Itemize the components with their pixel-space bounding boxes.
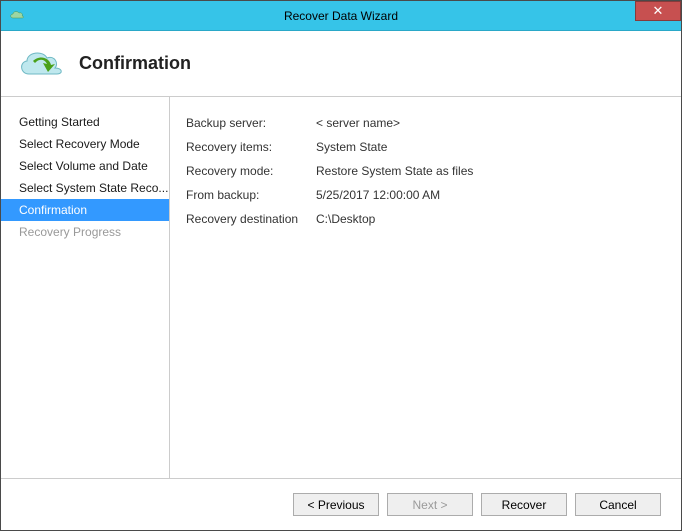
titlebar: Recover Data Wizard ✕ [1, 1, 681, 31]
wizard-body: Getting Started Select Recovery Mode Sel… [1, 97, 681, 478]
value-from-backup: 5/25/2017 12:00:00 AM [316, 187, 440, 203]
next-button: Next > [387, 493, 473, 516]
cancel-button[interactable]: Cancel [575, 493, 661, 516]
row-recovery-items: Recovery items: System State [186, 139, 671, 155]
sidebar-item-select-recovery-mode[interactable]: Select Recovery Mode [1, 133, 169, 155]
window-title: Recover Data Wizard [1, 9, 681, 23]
sidebar-item-getting-started[interactable]: Getting Started [1, 111, 169, 133]
wizard-footer: < Previous Next > Recover Cancel [1, 478, 681, 530]
sidebar-item-confirmation[interactable]: Confirmation [1, 199, 169, 221]
content-pane: Backup server: < server name> Recovery i… [169, 97, 681, 478]
value-backup-server: < server name> [316, 115, 400, 131]
close-icon: ✕ [653, 3, 664, 19]
label-recovery-items: Recovery items: [186, 139, 316, 155]
value-recovery-mode: Restore System State as files [316, 163, 473, 179]
row-from-backup: From backup: 5/25/2017 12:00:00 AM [186, 187, 671, 203]
wizard-header: Confirmation [1, 31, 681, 97]
recover-button[interactable]: Recover [481, 493, 567, 516]
wizard-window: Recover Data Wizard ✕ Confirmation Getti… [0, 0, 682, 531]
close-button[interactable]: ✕ [635, 1, 681, 21]
previous-button[interactable]: < Previous [293, 493, 379, 516]
cloud-recover-icon [15, 46, 65, 82]
page-title: Confirmation [79, 53, 191, 74]
value-recovery-items: System State [316, 139, 387, 155]
sidebar-item-select-system-state[interactable]: Select System State Reco... [1, 177, 169, 199]
row-backup-server: Backup server: < server name> [186, 115, 671, 131]
label-backup-server: Backup server: [186, 115, 316, 131]
row-recovery-destination: Recovery destination C:\Desktop [186, 211, 671, 227]
wizard-steps-sidebar: Getting Started Select Recovery Mode Sel… [1, 97, 169, 478]
sidebar-item-recovery-progress: Recovery Progress [1, 221, 169, 243]
value-recovery-destination: C:\Desktop [316, 211, 375, 227]
label-recovery-destination: Recovery destination [186, 211, 316, 227]
sidebar-item-select-volume-date[interactable]: Select Volume and Date [1, 155, 169, 177]
row-recovery-mode: Recovery mode: Restore System State as f… [186, 163, 671, 179]
label-recovery-mode: Recovery mode: [186, 163, 316, 179]
label-from-backup: From backup: [186, 187, 316, 203]
